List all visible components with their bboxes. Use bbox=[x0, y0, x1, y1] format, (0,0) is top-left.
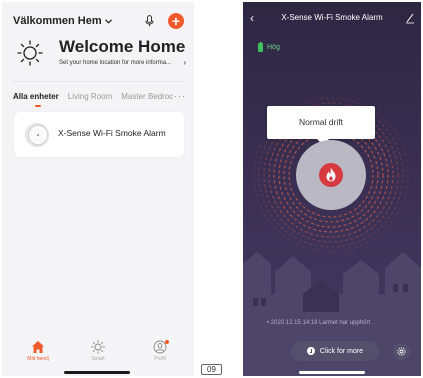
home-indicator bbox=[64, 371, 130, 374]
home-icon bbox=[32, 341, 44, 353]
home-selector-label: Välkommen Hem bbox=[13, 15, 102, 27]
bottom-nav: Mitt hemlj Smart Profil bbox=[2, 340, 194, 368]
click-more-label: Click for more bbox=[319, 347, 364, 355]
sun-icon bbox=[17, 40, 43, 66]
plus-icon: + bbox=[171, 13, 181, 29]
divider bbox=[13, 81, 184, 82]
more-tabs-icon[interactable]: ··· bbox=[174, 91, 186, 101]
fire-icon-badge bbox=[319, 163, 343, 187]
tab-master-bedroom[interactable]: Master Bedroc bbox=[121, 92, 173, 101]
device-title: X-Sense Wi-Fi Smoke Alarm bbox=[281, 13, 383, 22]
tab-all-devices[interactable]: Alla enheter bbox=[13, 92, 59, 101]
clock-icon bbox=[306, 347, 315, 355]
nav-profile-label: Profil bbox=[154, 356, 166, 362]
notification-dot bbox=[165, 340, 169, 344]
edit-icon[interactable] bbox=[405, 12, 415, 24]
nav-smart[interactable]: Smart bbox=[76, 340, 120, 362]
event-log: • 2020.12.15 14:18 Larmet har upphört bbox=[267, 320, 371, 326]
fire-icon bbox=[326, 167, 336, 182]
active-tab-indicator bbox=[35, 105, 41, 107]
header: Välkommen Hem + bbox=[13, 12, 184, 30]
welcome-banner[interactable]: Welcome Home Set your home location for … bbox=[13, 36, 188, 72]
battery-icon bbox=[258, 41, 263, 52]
nav-home[interactable]: Mitt hemlj bbox=[16, 340, 60, 362]
alarm-status-circle bbox=[296, 140, 366, 210]
chevron-down-icon bbox=[104, 18, 112, 24]
sun-icon bbox=[91, 340, 105, 354]
device-card[interactable]: X-Sense Wi-Fi Smoke Alarm bbox=[14, 112, 184, 157]
room-tabs: Alla enheter Living Room Master Bedroc ·… bbox=[13, 88, 186, 104]
home-screen: Välkommen Hem + Welcome Home Set your ho… bbox=[2, 2, 194, 376]
nav-smart-label: Smart bbox=[91, 356, 105, 362]
status-bubble: Normal drift bbox=[267, 106, 375, 145]
add-device-button[interactable]: + bbox=[168, 13, 184, 29]
home-indicator bbox=[299, 371, 365, 374]
chevron-right-icon: › bbox=[183, 58, 186, 67]
smoke-alarm-icon bbox=[25, 123, 49, 147]
gear-icon bbox=[397, 347, 406, 356]
battery-status: Hög bbox=[258, 41, 280, 52]
device-screen: ‹ X-Sense Wi-Fi Smoke Alarm Hög Normal d… bbox=[243, 2, 421, 376]
click-more-button[interactable]: Click for more bbox=[291, 341, 379, 361]
event-log-text: 2020.12.15 14:18 Larmet har upphört bbox=[270, 320, 371, 326]
welcome-title: Welcome Home bbox=[59, 37, 186, 56]
battery-label: Hög bbox=[267, 44, 280, 51]
home-selector[interactable]: Välkommen Hem bbox=[13, 15, 112, 27]
welcome-subtitle: Set your home location for more informa.… bbox=[59, 60, 172, 66]
settings-button[interactable] bbox=[393, 343, 410, 360]
tab-living-room[interactable]: Living Room bbox=[68, 92, 112, 101]
device-name: X-Sense Wi-Fi Smoke Alarm bbox=[58, 128, 166, 138]
page-number: 09 bbox=[201, 364, 222, 375]
nav-profile[interactable]: Profil bbox=[138, 340, 182, 362]
nav-home-label: Mitt hemlj bbox=[27, 356, 49, 362]
device-header: ‹ X-Sense Wi-Fi Smoke Alarm bbox=[243, 11, 421, 27]
status-text: Normal drift bbox=[299, 117, 343, 127]
microphone-icon bbox=[145, 15, 153, 27]
microphone-button[interactable] bbox=[142, 13, 156, 29]
